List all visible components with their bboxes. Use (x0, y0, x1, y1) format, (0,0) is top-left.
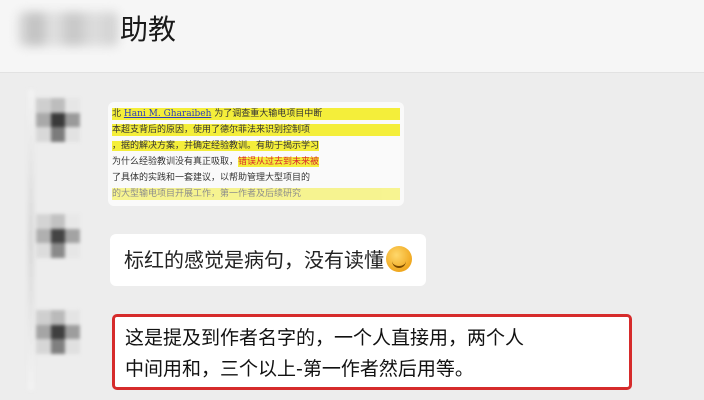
avatar[interactable] (36, 98, 80, 142)
chat-header: 助教 (0, 0, 704, 73)
doc-line: 北 Hani M. Gharaibeh 为了调查重大输电项目中断 (112, 108, 400, 120)
message-text: 标红的感觉是病句，没有读懂 (124, 248, 384, 272)
message-line: 这是提及到作者名字的，一个人直接用，两个人 (125, 327, 525, 349)
highlighted-text-message[interactable]: 这是提及到作者名字的，一个人直接用，两个人 中间用和，三个以上-第一作者然后用等… (112, 314, 632, 390)
image-message[interactable]: 北 Hani M. Gharaibeh 为了调查重大输电项目中断 本超支背后的原… (108, 102, 404, 206)
message-line: 中间用和，三个以上-第一作者然后用等。 (125, 358, 474, 380)
blur-strip (28, 90, 34, 390)
chat-title: 助教 (120, 13, 177, 46)
blurred-contact-name (18, 12, 118, 46)
text-message[interactable]: 标红的感觉是病句，没有读懂 (110, 234, 426, 286)
avatar[interactable] (36, 214, 80, 258)
doc-line: 了具体的实践和一套建议，以帮助管理大型项目的 (112, 173, 311, 183)
avatar[interactable] (36, 310, 80, 354)
doc-line: 本超支背后的原因，使用了德尔菲法来识别控制项 (112, 124, 400, 136)
doc-line: 的大型输电项目开展工作，第一作者及后续研究 (112, 188, 400, 200)
sweat-smile-face-icon (386, 246, 412, 272)
doc-line: 为什么经验教训没有真正吸取，错误从过去到未来被 (112, 157, 320, 167)
doc-line: ，据的解决方案，并确定经验教训。有助于揭示学习 (112, 141, 320, 151)
